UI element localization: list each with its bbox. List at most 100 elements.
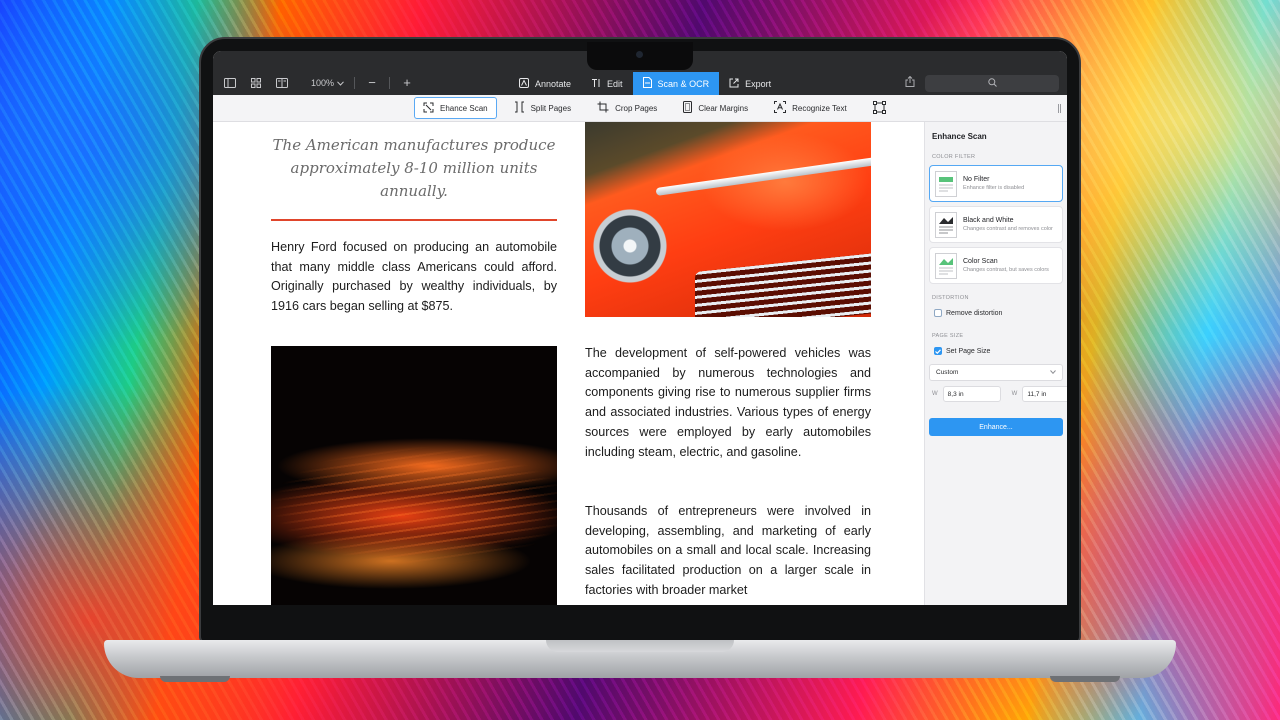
crop-pages-button[interactable]: Crop Pages: [588, 97, 666, 119]
zoom-level: 100%: [311, 78, 335, 88]
laptop-hinge: [546, 640, 734, 652]
divider: [389, 77, 391, 89]
enhance-scan-panel: Enhance Scan COLOR FILTER No Filter Enha…: [924, 122, 1067, 605]
document-page: The American manufactures produce approx…: [213, 122, 924, 605]
search-icon: [987, 74, 997, 92]
scan-tools: Ehance Scan Split Pages Crop Pages Clear…: [414, 97, 895, 119]
split-pages-icon: [514, 101, 525, 115]
tab-edit[interactable]: Edit: [581, 72, 633, 95]
panel-title: Enhance Scan: [932, 132, 987, 141]
chrome-trim: [655, 156, 871, 196]
filter-option-color-scan[interactable]: Color Scan Changes contrast, but saves c…: [929, 247, 1063, 284]
filter-text: No Filter Enhance filter is disabled: [963, 176, 1059, 192]
text-edit-icon: [591, 78, 601, 90]
light-trails-photo: [271, 346, 557, 605]
filter-name: No Filter: [963, 175, 990, 183]
tool-label: Clear Margins: [698, 103, 749, 113]
selection-frame-button[interactable]: [864, 97, 895, 119]
filter-option-no-filter[interactable]: No Filter Enhance filter is disabled: [929, 165, 1063, 202]
camera-notch: [587, 42, 693, 70]
zoom-out-button[interactable]: −: [365, 76, 379, 90]
remove-distortion-row[interactable]: Remove distortion: [934, 309, 1002, 317]
paragraph: The development of self-powered vehicles…: [585, 346, 871, 459]
recognize-text-button[interactable]: Recognize Text: [765, 97, 856, 119]
scan-document-icon: [642, 77, 652, 90]
selection-frame-icon: [872, 100, 886, 116]
filter-description: Changes contrast and removes color: [963, 225, 1053, 232]
quote-divider: [271, 219, 557, 221]
filter-description: Enhance filter is disabled: [963, 184, 1025, 191]
width-input[interactable]: 8,3 in: [942, 386, 1001, 402]
annotate-icon: [519, 77, 529, 90]
tool-label: Recognize Text: [792, 103, 847, 113]
clear-margins-icon: [683, 101, 693, 115]
enhance-scan-icon: [423, 102, 434, 115]
section-label: PAGE SIZE: [932, 333, 964, 339]
color-scan-thumbnail-icon: [935, 252, 957, 279]
scan-toolbar: Ehance Scan Split Pages Crop Pages Clear…: [213, 95, 1067, 122]
black-and-white-thumbnail-icon: [935, 211, 957, 238]
tool-label: Crop Pages: [615, 103, 658, 113]
chevron-down-icon: [337, 78, 344, 88]
titlebar-right-controls: [905, 74, 1059, 92]
tab-label: Annotate: [535, 78, 572, 89]
screen-bezel: [213, 605, 1067, 618]
share-icon[interactable]: [905, 74, 915, 92]
height-input[interactable]: 11,7 in: [1022, 386, 1067, 402]
thumbnails-grid-icon[interactable]: [245, 73, 267, 93]
titlebar-left-controls: 100% − +: [219, 73, 414, 93]
page-dimensions: W 8,3 in W 11,7 in: [932, 386, 1067, 402]
set-page-size-row[interactable]: Set Page Size: [934, 347, 990, 355]
app-window: 100% − + Annotate Edit Scan & OCR Export…: [213, 51, 1067, 605]
laptop-foot: [160, 676, 230, 682]
panel-resize-handle[interactable]: [1058, 104, 1061, 113]
checkbox-label: Set Page Size: [946, 347, 991, 355]
tab-label: Export: [745, 78, 772, 89]
filter-name: Black and White: [963, 216, 1014, 224]
remove-distortion-checkbox[interactable]: [934, 309, 942, 317]
zoom-in-button[interactable]: +: [400, 76, 414, 90]
page-size-select[interactable]: Custom: [929, 364, 1063, 381]
tool-label: Split Pages: [530, 103, 572, 113]
search-field[interactable]: [925, 74, 1059, 92]
divider: [354, 77, 356, 89]
recognize-text-icon: [774, 101, 787, 115]
car-grille: [695, 252, 871, 317]
tab-scan-ocr[interactable]: Scan & OCR: [632, 72, 720, 95]
tab-annotate[interactable]: Annotate: [509, 72, 581, 95]
checkmark-icon: [935, 348, 941, 354]
clear-margins-button[interactable]: Clear Margins: [674, 97, 757, 119]
filter-option-black-and-white[interactable]: Black and White Changes contrast and rem…: [929, 206, 1063, 243]
split-pages-button[interactable]: Split Pages: [505, 97, 580, 119]
enhance-scan-button[interactable]: Ehance Scan: [414, 97, 497, 119]
filter-text: Color Scan Changes contrast, but saves c…: [963, 258, 1059, 274]
sidebar-toggle-icon[interactable]: [219, 73, 241, 93]
filter-description: Changes contrast, but saves colors: [963, 266, 1049, 273]
paragraph: Thousands of entrepreneurs were involved…: [585, 504, 871, 597]
tool-label: Ehance Scan: [440, 103, 488, 113]
height-label: W: [1011, 391, 1018, 397]
enhance-button[interactable]: Enhance...: [929, 418, 1063, 436]
tab-export[interactable]: Export: [719, 72, 781, 95]
vintage-car-photo: [585, 122, 871, 317]
export-icon: [729, 78, 739, 90]
zoom-control[interactable]: 100%: [311, 78, 344, 88]
crop-icon: [597, 101, 609, 115]
filter-name: Color Scan: [963, 257, 998, 265]
filter-text: Black and White Changes contrast and rem…: [963, 217, 1059, 233]
chevron-down-icon: [1050, 369, 1056, 376]
tab-label: Scan & OCR: [657, 78, 710, 89]
tab-label: Edit: [607, 78, 623, 89]
laptop-foot: [1050, 676, 1120, 682]
set-page-size-checkbox[interactable]: [934, 347, 942, 355]
select-value: Custom: [936, 369, 959, 376]
section-label: DISTORTION: [932, 295, 969, 301]
checkbox-label: Remove distortion: [946, 309, 1003, 317]
pull-quote: The American manufactures produce approx…: [272, 136, 556, 200]
width-label: W: [932, 391, 938, 397]
mode-tabs: Annotate Edit Scan & OCR Export: [509, 72, 781, 95]
page-layout-icon[interactable]: [271, 73, 293, 93]
no-filter-thumbnail-icon: [935, 170, 957, 197]
paragraph: Henry Ford focused on producing an autom…: [271, 240, 557, 314]
section-label: COLOR FILTER: [932, 154, 976, 160]
